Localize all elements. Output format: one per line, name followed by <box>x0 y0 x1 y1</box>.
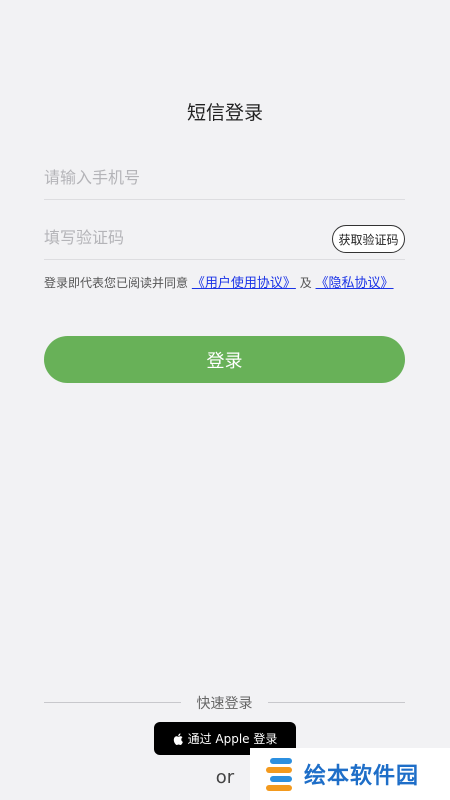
privacy-policy-link[interactable]: 《隐私协议》 <box>316 276 394 291</box>
watermark: 绘本软件园 <box>250 748 450 800</box>
phone-input[interactable] <box>44 160 324 194</box>
agreement-conjunction: 及 <box>299 276 312 290</box>
login-button[interactable]: 登录 <box>44 336 405 383</box>
or-label: or <box>215 767 235 788</box>
quick-login-divider-right <box>268 702 405 703</box>
code-divider <box>44 259 405 260</box>
phone-divider <box>44 199 405 200</box>
apple-login-label: 通过 Apple 登录 <box>187 732 278 746</box>
watermark-text: 绘本软件园 <box>304 764 420 789</box>
page-title: 短信登录 <box>186 102 263 124</box>
watermark-logo-icon <box>266 757 296 791</box>
agreement-text: 登录即代表您已阅读并同意 《用户使用协议》 及 《隐私协议》 <box>44 273 405 294</box>
get-code-button[interactable]: 获取验证码 <box>332 225 405 253</box>
user-agreement-link[interactable]: 《用户使用协议》 <box>192 276 296 291</box>
agreement-prefix: 登录即代表您已阅读并同意 <box>44 276 189 290</box>
quick-login-divider-left <box>44 702 181 703</box>
quick-login-label: 快速登录 <box>196 696 253 712</box>
apple-icon <box>173 732 183 745</box>
code-input[interactable] <box>44 220 324 254</box>
